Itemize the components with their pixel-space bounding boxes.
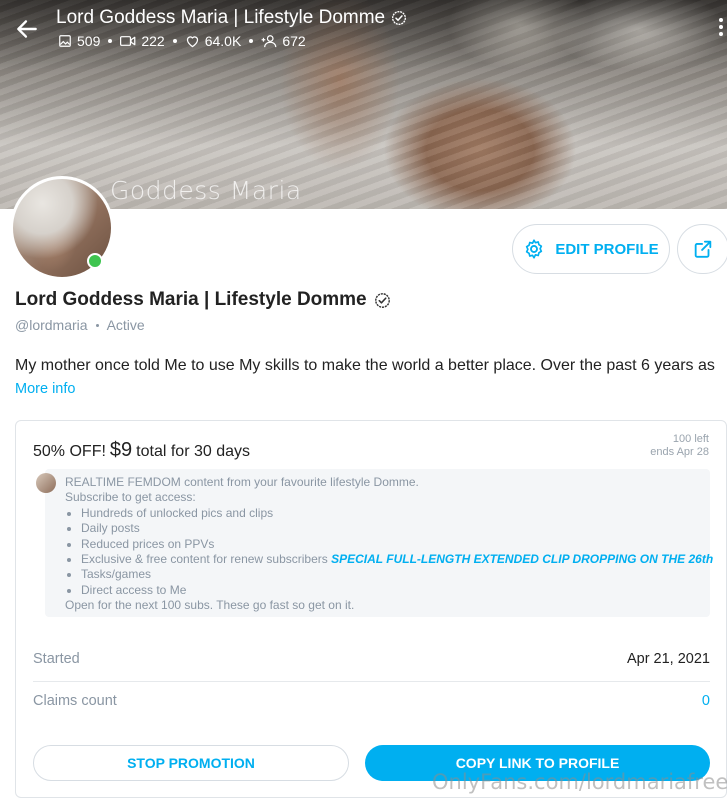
promo-title: 50% OFF! $9 total for 30 days [33, 439, 250, 462]
promo-list-item: Daily posts [65, 521, 713, 536]
profile-name: Lord Goddess Maria | Lifestyle Domme [15, 289, 391, 311]
promo-price: $9 [109, 439, 133, 461]
dot-separator [95, 323, 99, 327]
dot-separator [108, 39, 113, 43]
heart-icon [186, 36, 198, 48]
started-label: Started [33, 651, 80, 667]
stat-videos-value: 222 [141, 33, 165, 49]
promo-list-item: Direct access to Me [65, 583, 713, 598]
image-icon [59, 35, 71, 47]
promo-sub: Subscribe to get access: [65, 490, 196, 505]
divider [33, 681, 710, 682]
started-row: Started Apr 21, 2021 [33, 651, 710, 667]
promo-list-item-text: Exclusive & free content for renew subsc… [81, 552, 328, 567]
page-watermark: OnlyFans.com/lordmariafree [432, 770, 727, 794]
edit-profile-label: EDIT PROFILE [555, 240, 659, 258]
promo-list: Hundreds of unlocked pics and clips Dail… [65, 506, 713, 598]
handle-row: @lordmaria Active [15, 317, 145, 333]
dot-separator [172, 39, 177, 43]
promo-outro: Open for the next 100 subs. These go fas… [65, 598, 355, 613]
stat-videos: 222 [120, 33, 165, 49]
fans-icon [261, 35, 277, 48]
cover-watermark: Goddess Maria [110, 176, 302, 205]
stat-likes: 64.0K [185, 33, 242, 49]
online-status-indicator [87, 253, 103, 269]
promo-meta: 100 left ends Apr 28 [650, 433, 709, 459]
stat-fans: 672 [261, 33, 306, 49]
profile-bio: My mother once told Me to use My skills … [15, 357, 715, 374]
verified-icon [374, 292, 390, 308]
header-title-text: Lord Goddess Maria | Lifestyle Domme [56, 7, 386, 28]
header-title: Lord Goddess Maria | Lifestyle Domme [56, 7, 407, 29]
stat-likes-value: 64.0K [204, 33, 242, 49]
video-icon [120, 36, 136, 46]
promo-message: REALTIME FEMDOM content from your favour… [65, 475, 713, 614]
promo-terms: total for 30 days [136, 443, 250, 460]
promo-list-item: Hundreds of unlocked pics and clips [65, 506, 713, 521]
verified-icon [392, 11, 407, 25]
share-icon [694, 240, 712, 258]
stat-photos-value: 509 [77, 33, 101, 49]
stat-fans-value: 672 [282, 33, 306, 49]
promo-list-item: Exclusive & free content for renew subsc… [65, 552, 713, 567]
claims-row: Claims count 0 [33, 693, 710, 709]
promo-list-item: Tasks/games [65, 567, 713, 582]
back-arrow-icon[interactable] [14, 16, 40, 42]
profile-status: Active [106, 317, 145, 333]
started-value: Apr 21, 2021 [626, 651, 710, 667]
promo-list-item: Reduced prices on PPVs [65, 537, 713, 552]
promotion-card: 50% OFF! $9 total for 30 days 100 left e… [15, 420, 727, 798]
promo-ends: ends Apr 28 [650, 446, 709, 458]
more-menu-icon[interactable] [719, 18, 723, 36]
promo-intro: REALTIME FEMDOM content from your favour… [65, 475, 419, 489]
promo-discount: 50% OFF! [33, 443, 106, 460]
dot-separator [249, 39, 254, 43]
promo-avatar [36, 473, 56, 493]
gear-icon [526, 239, 543, 259]
claims-label: Claims count [33, 693, 117, 709]
stop-promotion-button[interactable]: STOP PROMOTION [33, 745, 349, 781]
claims-value[interactable]: 0 [702, 693, 710, 709]
share-button[interactable] [677, 224, 727, 274]
edit-profile-button[interactable]: EDIT PROFILE [512, 224, 670, 274]
profile-handle: @lordmaria [15, 317, 88, 333]
stat-photos: 509 [58, 33, 100, 49]
more-info-link[interactable]: More info [15, 381, 75, 397]
profile-name-text: Lord Goddess Maria | Lifestyle Domme [15, 289, 367, 310]
promo-left: 100 left [672, 433, 709, 445]
promo-special-note: SPECIAL FULL-LENGTH EXTENDED CLIP DROPPI… [331, 552, 714, 567]
header-stats: 509 222 64.0K 672 [58, 33, 306, 49]
